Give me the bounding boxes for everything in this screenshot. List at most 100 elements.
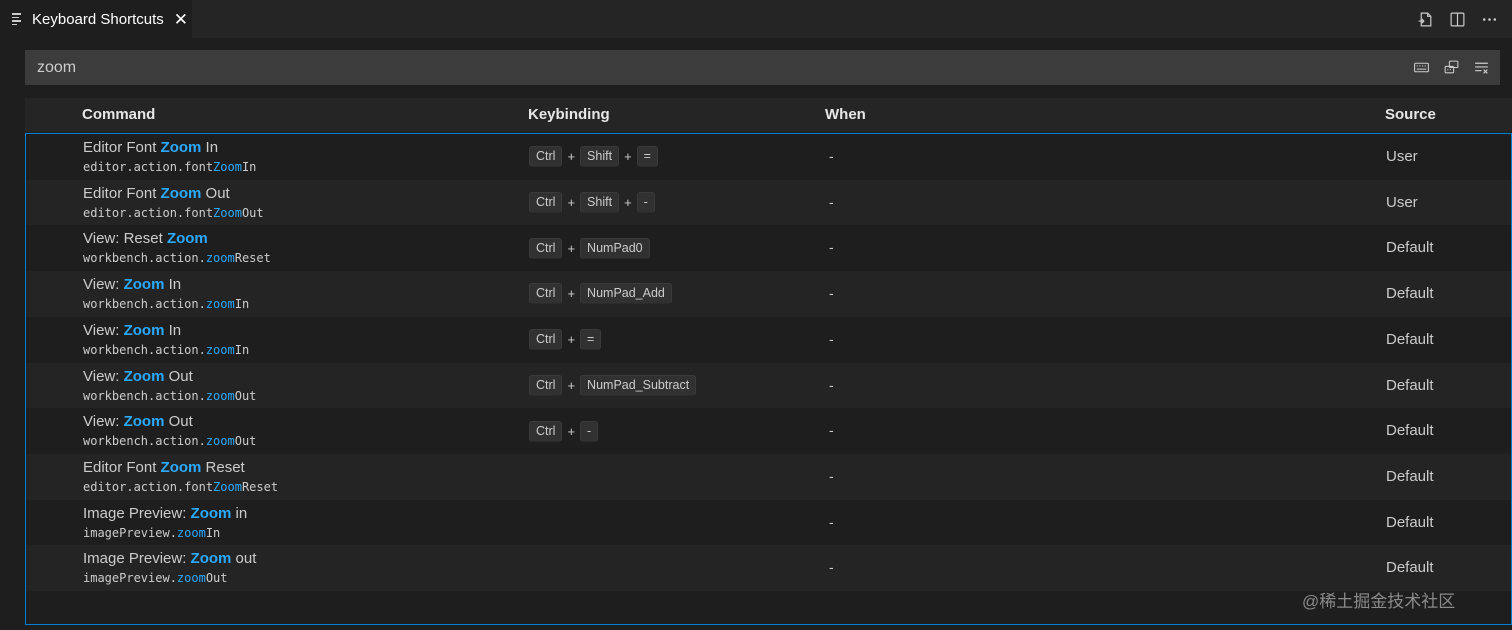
command-title: Editor Font Zoom Out: [83, 185, 264, 203]
match-highlight: Zoom: [123, 367, 165, 385]
watermark: @稀土掘金技术社区: [1302, 592, 1456, 611]
column-header-when[interactable]: When: [825, 98, 866, 132]
when-cell: -: [829, 285, 834, 302]
key-separator: +: [567, 286, 576, 302]
text-part: editor.action.font: [83, 205, 214, 220]
table-row[interactable]: Editor Font Zoom Out editor.action.fontZo…: [26, 179, 1511, 226]
keybinding-cell[interactable]: Ctrl + NumPad0: [529, 225, 650, 271]
keybinding-cell[interactable]: Ctrl + Shift + =: [529, 134, 658, 180]
record-keys-icon[interactable]: [1412, 59, 1430, 77]
source-cell: User: [1386, 193, 1418, 211]
table-row[interactable]: View: Zoom Out workbench.action.zoomOut Ct…: [26, 362, 1511, 409]
search-actions: [1412, 50, 1490, 85]
text-part: Image Preview:: [83, 550, 191, 568]
source-cell: Default: [1386, 559, 1434, 577]
search-box: [25, 50, 1500, 85]
match-highlight: zoom: [205, 434, 235, 449]
sort-by-precedence-icon[interactable]: [1442, 59, 1460, 77]
text-part: Out: [201, 184, 230, 202]
key-separator: +: [624, 149, 632, 165]
command-id: workbench.action.zoomReset: [83, 249, 271, 267]
search-input[interactable]: [25, 50, 1385, 85]
table-row[interactable]: View: Reset Zoom workbench.action.zoomRes…: [26, 225, 1511, 271]
match-highlight: zoom: [205, 297, 235, 312]
editor-tab-bar: Keyboard Shortcuts ✕: [0, 0, 1512, 38]
table-row[interactable]: View: Zoom In workbench.action.zoomIn Ctrl…: [26, 271, 1511, 317]
key-cap: =: [636, 146, 658, 168]
keybindings-table: Editor Font Zoom In editor.action.fontZoo…: [25, 133, 1512, 625]
command-id: editor.action.fontZoomReset: [83, 478, 278, 496]
command-id: editor.action.fontZoomOut: [83, 204, 264, 222]
table-row[interactable]: Editor Font Zoom In editor.action.fontZoo…: [26, 134, 1511, 180]
key-cap: NumPad_Add: [580, 283, 672, 305]
tab-title: Keyboard Shortcuts: [32, 10, 164, 28]
keybinding-cell[interactable]: Ctrl + Shift + -: [529, 180, 655, 226]
command-cell: View: Zoom In workbench.action.zoomIn: [83, 322, 249, 359]
table-row[interactable]: Image Preview: Zoom out imagePreview.zoom…: [26, 545, 1511, 591]
more-actions-icon[interactable]: [1480, 10, 1498, 28]
text-part: View:: [83, 321, 124, 339]
text-part: Out: [164, 367, 193, 385]
close-icon[interactable]: ✕: [174, 11, 188, 28]
command-id: workbench.action.zoomIn: [83, 341, 249, 359]
command-cell: View: Zoom Out workbench.action.zoomOut: [83, 413, 256, 450]
text-part: Reset: [241, 479, 279, 494]
match-highlight: Zoom: [166, 230, 208, 248]
key-cap: -: [580, 420, 599, 442]
match-highlight: zoom: [205, 342, 235, 357]
open-json-icon[interactable]: [1416, 10, 1434, 28]
key-cap: Ctrl: [529, 146, 563, 168]
key-cap: Ctrl: [529, 192, 563, 214]
match-highlight: Zoom: [160, 458, 202, 476]
text-part: Out: [164, 413, 193, 431]
text-part: workbench.action.: [83, 388, 206, 403]
match-highlight: Zoom: [160, 184, 202, 202]
split-editor-icon[interactable]: [1448, 10, 1466, 28]
when-cell: -: [829, 193, 834, 210]
command-cell: Editor Font Zoom Out editor.action.fontZo…: [83, 185, 264, 222]
match-highlight: Zoom: [213, 479, 242, 494]
command-id: workbench.action.zoomOut: [83, 432, 256, 450]
key-cap: Ctrl: [529, 329, 563, 351]
source-cell: Default: [1386, 467, 1434, 485]
command-cell: Image Preview: Zoom out imagePreview.zoom…: [83, 550, 256, 587]
table-row[interactable]: View: Zoom Out workbench.action.zoomOut Ct…: [26, 408, 1511, 454]
clear-input-icon[interactable]: [1472, 59, 1490, 77]
command-cell: Image Preview: Zoom in imagePreview.zoomI…: [83, 505, 247, 542]
command-title: View: Zoom Out: [83, 413, 256, 431]
key-separator: +: [567, 423, 576, 439]
match-highlight: Zoom: [123, 321, 165, 339]
key-separator: +: [567, 195, 576, 211]
command-cell: View: Reset Zoom workbench.action.zoomRes…: [83, 230, 271, 267]
key-separator: +: [567, 332, 576, 348]
key-cap: NumPad_Subtract: [580, 374, 697, 396]
text-part: In: [164, 321, 182, 339]
keybinding-cell[interactable]: Ctrl + NumPad_Subtract: [529, 363, 697, 409]
text-part: Out: [205, 571, 228, 586]
list-icon: [12, 12, 26, 26]
column-header-command[interactable]: Command: [82, 98, 155, 132]
keybinding-cell[interactable]: Ctrl + -: [529, 408, 599, 454]
tab-keyboard-shortcuts[interactable]: Keyboard Shortcuts ✕: [0, 0, 192, 38]
keybinding-cell[interactable]: Ctrl + NumPad_Add: [529, 271, 672, 317]
key-separator: +: [624, 195, 632, 211]
table-row[interactable]: Image Preview: Zoom in imagePreview.zoomI…: [26, 500, 1511, 546]
command-cell: Editor Font Zoom In editor.action.fontZoo…: [83, 139, 256, 176]
column-header-keybinding[interactable]: Keybinding: [528, 98, 610, 132]
key-cap: NumPad0: [580, 237, 650, 259]
text-part: imagePreview.: [83, 571, 177, 586]
key-cap: Ctrl: [529, 420, 563, 442]
text-part: Editor Font: [83, 184, 161, 202]
table-row[interactable]: View: Zoom In workbench.action.zoomIn Ctrl…: [26, 317, 1511, 363]
match-highlight: Zoom: [190, 504, 232, 522]
text-part: In: [164, 276, 182, 294]
table-row[interactable]: Editor Font Zoom Reset editor.action.font…: [26, 453, 1511, 500]
text-part: View:: [83, 367, 124, 385]
text-part: Out: [241, 205, 264, 220]
source-cell: Default: [1386, 376, 1434, 394]
column-header-source[interactable]: Source: [1385, 98, 1436, 132]
text-part: Out: [234, 434, 257, 449]
key-cap: Ctrl: [529, 237, 563, 259]
keybinding-cell[interactable]: Ctrl + =: [529, 317, 602, 363]
text-part: In: [205, 525, 221, 540]
